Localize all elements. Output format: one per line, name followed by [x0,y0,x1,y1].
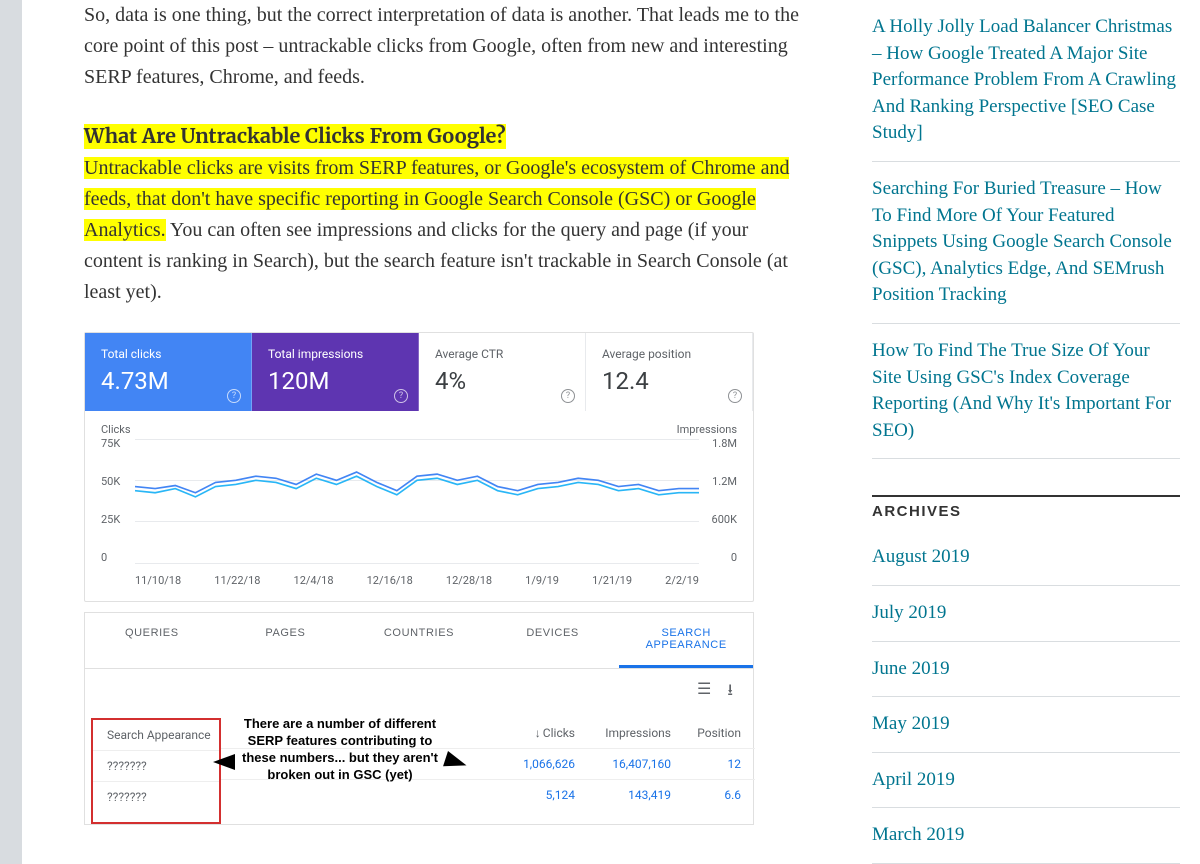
card-total-impressions: Total impressions 120M ? [252,333,419,411]
table-row: 5,124 143,419 6.6 [221,779,755,810]
archive-link[interactable]: May 2019 [872,713,950,734]
tab-pages[interactable]: PAGES [219,613,353,668]
help-icon: ? [728,389,742,403]
help-icon: ? [394,389,408,403]
tab-search-appearance[interactable]: SEARCH APPEARANCE [619,613,753,668]
annotation-callout: There are a number of different SERP fea… [235,716,445,784]
section-heading: What Are Untrackable Clicks From Google? [84,124,506,149]
card-avg-ctr: Average CTR 4% ? [419,333,586,411]
archives-heading: ARCHIVES [872,495,1180,520]
chart-lines [135,439,699,563]
card-avg-position: Average position 12.4 ? [586,333,753,411]
archives-list: August 2019 July 2019 June 2019 May 2019… [872,530,1180,864]
sidebar-post-link[interactable]: Searching For Buried Treasure – How To F… [872,178,1172,305]
archive-link[interactable]: August 2019 [872,546,970,567]
recent-posts-list: A Holly Jolly Load Balancer Christmas – … [872,0,1180,459]
archive-link[interactable]: March 2019 [872,824,964,845]
help-icon: ? [561,389,575,403]
download-icon[interactable]: ⭳ [727,679,733,706]
sort-desc-icon[interactable] [535,726,543,740]
filter-icon[interactable]: ☰ [697,679,711,706]
arrow-left-icon [213,754,235,770]
archive-link[interactable]: June 2019 [872,658,950,679]
tab-devices[interactable]: DEVICES [486,613,620,668]
sidebar-post-link[interactable]: How To Find The True Size Of Your Site U… [872,340,1171,441]
definition-continued: You can often see impressions and clicks… [84,219,788,303]
redbox-highlight: Search Appearance ??????? ??????? [91,718,221,824]
tab-countries[interactable]: COUNTRIES [352,613,486,668]
gsc-line-chart: Clicks Impressions 75K 50K 25K 0 1.8M 1.… [85,411,753,601]
sidebar-post-link[interactable]: A Holly Jolly Load Balancer Christmas – … [872,16,1176,143]
gsc-search-appearance-table: QUERIES PAGES COUNTRIES DEVICES SEARCH A… [84,612,754,825]
help-icon: ? [227,389,241,403]
archive-link[interactable]: April 2019 [872,769,955,790]
card-total-clicks: Total clicks 4.73M ? [85,333,252,411]
x-axis-labels: 11/10/1811/22/18 12/4/1812/16/18 12/28/1… [135,574,699,587]
tab-queries[interactable]: QUERIES [85,613,219,668]
definition-block: What Are Untrackable Clicks From Google?… [84,121,802,308]
archive-link[interactable]: July 2019 [872,602,946,623]
gsc-performance-screenshot: Total clicks 4.73M ? Total impressions 1… [84,332,754,602]
intro-paragraph: So, data is one thing, but the correct i… [84,0,802,93]
